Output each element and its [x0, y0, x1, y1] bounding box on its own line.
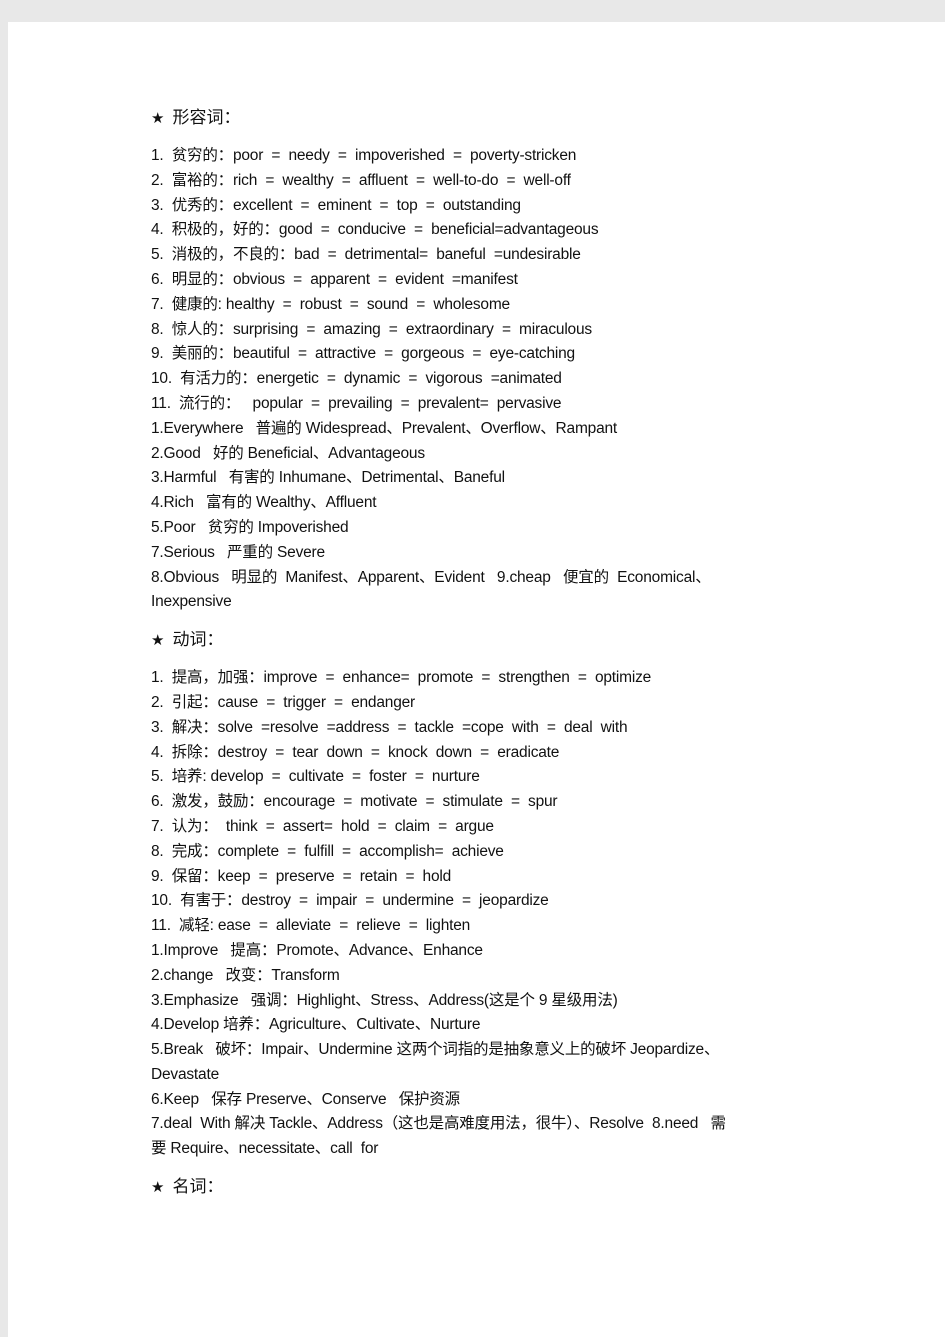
section-heading: ★ 名词： — [151, 1175, 831, 1199]
vocab-line: 3.Emphasize 强调：Highlight、Stress、Address(… — [151, 991, 618, 1009]
vocab-line: 1. 提高，加强：improve = enhance= promote = st… — [151, 669, 652, 687]
star-icon: ★ — [151, 109, 165, 127]
section-title: 名词： — [172, 1177, 224, 1197]
vocab-line: 10. 有活力的：energetic = dynamic = vigorous … — [151, 370, 562, 388]
vocab-list: 1. 贫穷的：poor = needy = impoverished = pov… — [151, 144, 831, 615]
vocab-line: 6.Keep 保存 Preserve、Conserve 保护资源 — [151, 1090, 460, 1108]
vocab-line: 5.Poor 贫穷的 Impoverished — [151, 518, 349, 536]
section-heading: ★ 动词： — [151, 628, 831, 652]
vocab-line: 7.deal With 解决 Tackle、Address（这也是高难度用法，很… — [151, 1115, 726, 1133]
vocab-line: 4.Develop 培养：Agriculture、Cultivate、Nurtu… — [151, 1016, 481, 1034]
section-adjectives: ★ 形容词： 1. 贫穷的：poor = needy = impoverished … — [151, 106, 831, 615]
vocab-line: 7. 健康的: healthy = robust = sound = whole… — [151, 295, 510, 313]
star-icon: ★ — [151, 1178, 165, 1197]
vocab-line: 1. 贫穷的：poor = needy = impoverished = pov… — [151, 147, 577, 164]
vocab-line: 5. 培养: develop = cultivate = foster = nu… — [151, 768, 480, 786]
vocab-line: Inexpensive — [151, 593, 232, 611]
vocab-line: 5.Break 破坏：Impair、Undermine 这两个词指的是抽象意义上… — [151, 1041, 720, 1059]
vocab-line: 4. 拆除：destroy = tear down = knock down =… — [151, 743, 560, 761]
vocab-line: 7. 认为： think = assert= hold = claim = ar… — [151, 817, 494, 835]
vocab-line: 1.Everywhere 普遍的 Widespread、Prevalent、Ov… — [151, 419, 618, 437]
vocab-line: 8.Obvious 明显的 Manifest、Apparent、Evident … — [151, 568, 711, 586]
section-verbs: ★ 动词： 1. 提高，加强：improve = enhance= promote … — [151, 628, 831, 1162]
vocab-line: 6. 明显的：obvious = apparent = evident =man… — [151, 270, 518, 288]
vocab-line: 10. 有害于：destroy = impair = undermine = j… — [151, 892, 549, 910]
vocab-line: 2. 引起：cause = trigger = endanger — [151, 693, 415, 711]
vocab-line: 6. 激发，鼓励：encourage = motivate = stimulat… — [151, 793, 558, 811]
document-content: ★ 形容词： 1. 贫穷的：poor = needy = impoverished … — [151, 106, 831, 1213]
vocab-line: 3. 解决：solve =resolve =address = tackle =… — [151, 718, 628, 736]
section-nouns: ★ 名词： — [151, 1175, 831, 1199]
document-page: ★ 形容词： 1. 贫穷的：poor = needy = impoverished … — [8, 22, 945, 1337]
vocab-line: 4. 积极的，好的：good = conducive = beneficial=… — [151, 221, 599, 239]
vocab-line: 2.change 改变：Transform — [151, 966, 340, 984]
vocab-line: 要 Require、necessitate、call for — [151, 1140, 379, 1158]
vocab-line: 2. 富裕的：rich = wealthy = affluent = well-… — [151, 171, 571, 189]
section-heading: ★ 形容词： — [151, 106, 831, 130]
vocab-line: 2.Good 好的 Beneficial、Advantageous — [151, 444, 425, 462]
vocab-line: 8. 完成：complete = fulfill = accomplish= a… — [151, 842, 504, 860]
vocab-line: 7.Serious 严重的 Severe — [151, 543, 325, 561]
vocab-line: 3. 优秀的：excellent = eminent = top = outst… — [151, 196, 521, 214]
vocab-line: 5. 消极的，不良的：bad = detrimental= baneful =u… — [151, 246, 581, 264]
star-icon: ★ — [151, 631, 165, 650]
vocab-line: 4.Rich 富有的 Wealthy、Affluent — [151, 494, 377, 512]
section-title: 形容词： — [172, 108, 241, 127]
vocab-line: Devastate — [151, 1065, 219, 1083]
vocab-line: 1.Improve 提高：Promote、Advance、Enhance — [151, 941, 483, 959]
vocab-line: 9. 美丽的：beautiful = attractive = gorgeous… — [151, 345, 575, 363]
section-title: 动词： — [172, 630, 224, 650]
vocab-line: 9. 保留：keep = preserve = retain = hold — [151, 867, 452, 885]
vocab-line: 8. 惊人的：surprising = amazing = extraordin… — [151, 320, 592, 338]
vocab-line: 11. 减轻: ease = alleviate = relieve = lig… — [151, 917, 471, 935]
vocab-line: 3.Harmful 有害的 Inhumane、Detrimental、Banef… — [151, 469, 505, 487]
vocab-line: 11. 流行的： popular = prevailing = prevalen… — [151, 394, 562, 412]
vocab-list: 1. 提高，加强：improve = enhance= promote = st… — [151, 666, 831, 1162]
